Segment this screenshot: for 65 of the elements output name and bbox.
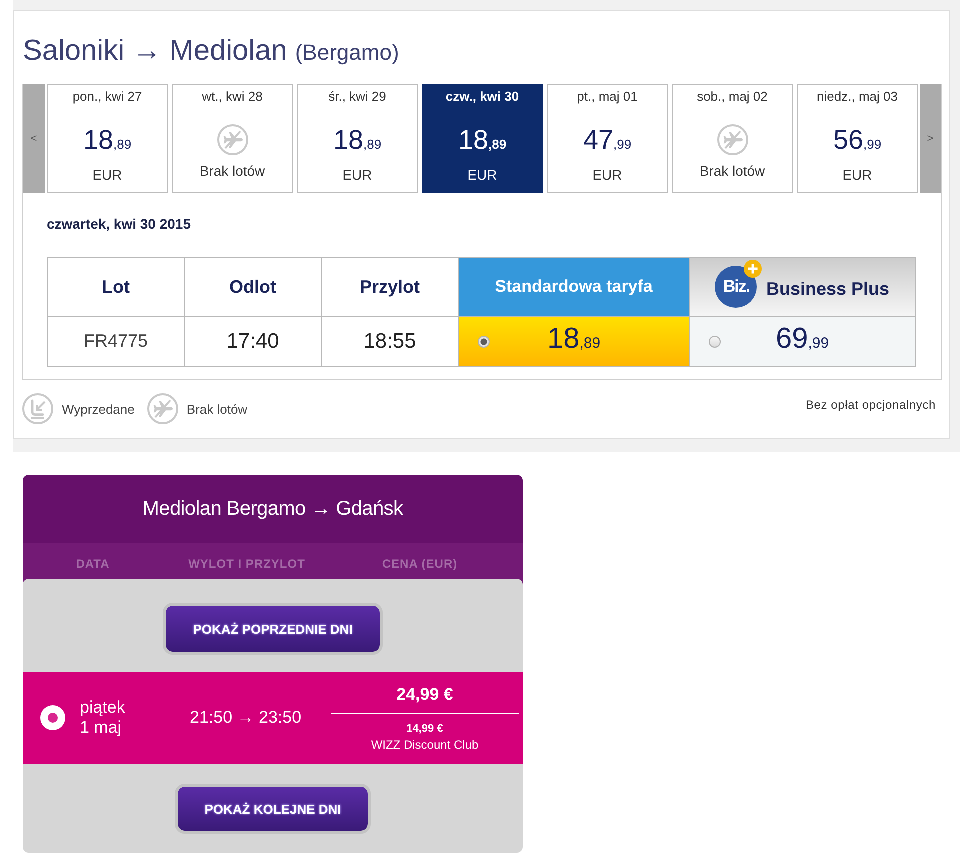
date-label: pon., kwi 27 — [72, 88, 142, 106]
plus-badge-icon — [744, 260, 762, 278]
club-label: WIZZ Discount Club — [371, 738, 479, 752]
date-label: niedz., maj 03 — [817, 88, 898, 106]
column-title: Business Plus — [766, 278, 890, 300]
legend-label: Wyprzedane — [62, 402, 135, 416]
currency-label: EUR — [592, 166, 622, 184]
table-cell: FR4775 — [48, 316, 184, 366]
date-tab[interactable]: pon., kwi 27 18,89 EUR — [47, 84, 168, 193]
fee-note: Bez opłat opcjonalnych — [806, 398, 936, 412]
plane-crossed-icon — [146, 393, 179, 425]
no-flights-label: Brak lotów — [700, 162, 766, 180]
fare-price: 56,99 — [833, 125, 882, 157]
airport-label: (Bergamo) — [295, 39, 400, 67]
date-tab[interactable]: wt., kwi 28 Brak lotów — [172, 84, 293, 193]
column-header: Standardowa taryfa — [458, 258, 690, 316]
fare-price: 18,89 — [546, 322, 602, 357]
currency-label: EUR — [92, 166, 122, 184]
radio-button[interactable] — [40, 705, 66, 731]
show-next-days-button[interactable]: POKAŻ KOLEJNE DNI — [174, 784, 372, 834]
fare-cell[interactable]: 69,99 — [690, 316, 916, 366]
biz-logo: Biz. — [715, 266, 758, 308]
column-header: Lot — [48, 258, 184, 316]
fare-price: 24,99 € — [396, 684, 454, 706]
date-label: sob., maj 02 — [697, 88, 768, 106]
date-label: śr., kwi 29 — [328, 88, 386, 106]
flight-times: 21:50 → 23:50 — [190, 708, 303, 728]
date-tab[interactable]: śr., kwi 29 18,89 EUR — [297, 84, 418, 193]
table-cell: 17:40 — [184, 316, 322, 366]
column-header: Przylot — [322, 258, 458, 316]
date-label: czw., kwi 30 — [446, 88, 520, 106]
radio-button[interactable] — [478, 336, 490, 348]
currency-label: EUR — [842, 166, 872, 184]
column-header: CENA (EUR) — [382, 557, 458, 571]
route-title: Saloniki → Mediolan — [23, 34, 288, 69]
legend-label: Brak lotów — [186, 402, 248, 416]
weekday-label: piątek — [80, 698, 126, 718]
no-flights-label: Brak lotów — [200, 162, 266, 180]
show-previous-days-button[interactable]: POKAŻ POPRZEDNIE DNI — [163, 603, 383, 655]
seat-icon — [22, 393, 54, 425]
plane-crossed-icon — [216, 124, 248, 156]
radio-button[interactable] — [709, 336, 721, 348]
fare-cell[interactable]: 18,89 — [458, 316, 690, 366]
column-header: Odlot — [184, 258, 322, 316]
date-tab[interactable]: pt., maj 01 47,99 EUR — [547, 84, 668, 193]
date-label: wt., kwi 28 — [202, 88, 263, 106]
currency-label: EUR — [342, 166, 372, 184]
fare-price: 18,89 — [83, 125, 132, 157]
date-tab[interactable]: czw., kwi 30 18,89 EUR — [422, 84, 543, 193]
fare-price: 69,99 — [774, 322, 830, 357]
column-header: DATA — [76, 557, 110, 571]
flight-row[interactable]: piątek 1 maj 21:50 → 23:50 24,99 € 14,99 € WIZZ Discount Club — [23, 672, 523, 764]
date-label: pt., maj 01 — [577, 88, 638, 106]
selected-date-heading: czwartek, kwi 30 2015 — [46, 215, 192, 234]
date-tab[interactable]: sob., maj 02 Brak lotów — [672, 84, 793, 193]
club-price: 14,99 € — [406, 722, 444, 736]
plane-crossed-icon — [716, 124, 748, 156]
widget-title: Mediolan Bergamo → Gdańsk — [142, 498, 404, 520]
column-header: WYLOT I PRZYLOT — [188, 557, 306, 571]
date-label: 1 maj — [80, 718, 122, 738]
fare-price: 18,89 — [458, 125, 507, 157]
date-tab[interactable]: niedz., maj 03 56,99 EUR — [797, 84, 918, 193]
currency-label: EUR — [468, 166, 498, 184]
fare-price: 18,89 — [333, 125, 382, 157]
fare-price: 47,99 — [583, 125, 632, 157]
